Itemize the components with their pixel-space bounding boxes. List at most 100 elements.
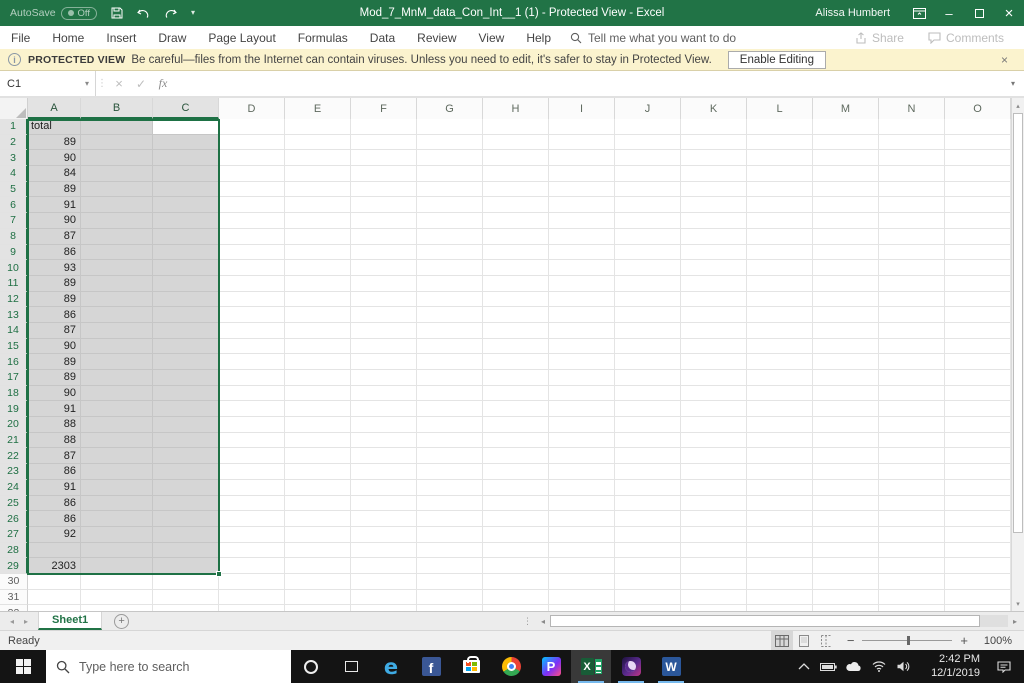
cell-J4[interactable] xyxy=(615,166,681,182)
row-header-11[interactable]: 11 xyxy=(0,275,28,292)
cell-O15[interactable] xyxy=(945,338,1011,355)
cell-J12[interactable] xyxy=(615,291,681,308)
cell-F9[interactable] xyxy=(351,244,417,261)
cell-M10[interactable] xyxy=(813,260,879,276)
cell-C32[interactable] xyxy=(153,605,219,611)
scroll-left-icon[interactable]: ◂ xyxy=(536,617,550,626)
cell-K14[interactable] xyxy=(681,322,747,339)
row-header-10[interactable]: 10 xyxy=(0,260,28,276)
formula-input[interactable] xyxy=(174,71,1002,96)
cell-J26[interactable] xyxy=(615,511,681,527)
cell-A15[interactable]: 90 xyxy=(28,338,81,355)
cell-K19[interactable] xyxy=(681,401,747,418)
sheet-tab-sheet1[interactable]: Sheet1 xyxy=(38,612,103,630)
cell-O16[interactable] xyxy=(945,354,1011,370)
cell-F22[interactable] xyxy=(351,448,417,465)
cell-N8[interactable] xyxy=(879,228,945,245)
cell-N11[interactable] xyxy=(879,275,945,292)
cell-C11[interactable] xyxy=(153,275,219,292)
cell-A11[interactable]: 89 xyxy=(28,275,81,292)
cell-A10[interactable]: 93 xyxy=(28,260,81,276)
cell-G10[interactable] xyxy=(417,260,483,276)
cell-L30[interactable] xyxy=(747,573,813,590)
cell-C19[interactable] xyxy=(153,401,219,418)
cell-J28[interactable] xyxy=(615,542,681,559)
cell-N22[interactable] xyxy=(879,448,945,465)
cell-F10[interactable] xyxy=(351,260,417,276)
cell-K10[interactable] xyxy=(681,260,747,276)
cell-L22[interactable] xyxy=(747,448,813,465)
cell-D28[interactable] xyxy=(219,542,285,559)
cell-D2[interactable] xyxy=(219,134,285,151)
cell-A1[interactable]: total xyxy=(28,119,81,135)
row-header-28[interactable]: 28 xyxy=(0,542,28,559)
row-header-27[interactable]: 27 xyxy=(0,526,28,543)
cell-M18[interactable] xyxy=(813,385,879,402)
cell-O13[interactable] xyxy=(945,307,1011,323)
cell-L15[interactable] xyxy=(747,338,813,355)
cell-H23[interactable] xyxy=(483,464,549,480)
cell-I25[interactable] xyxy=(549,495,615,512)
minimize-button[interactable]: – xyxy=(934,0,964,26)
cell-K31[interactable] xyxy=(681,589,747,606)
cell-B11[interactable] xyxy=(81,275,153,292)
column-header-F[interactable]: F xyxy=(351,98,417,119)
cell-K28[interactable] xyxy=(681,542,747,559)
cell-E19[interactable] xyxy=(285,401,351,418)
cell-E4[interactable] xyxy=(285,166,351,182)
normal-view-button[interactable] xyxy=(770,631,793,650)
cell-I31[interactable] xyxy=(549,589,615,606)
cell-H6[interactable] xyxy=(483,197,549,214)
cell-G2[interactable] xyxy=(417,134,483,151)
cell-K1[interactable] xyxy=(681,119,747,135)
cell-H21[interactable] xyxy=(483,432,549,449)
expand-formula-bar-icon[interactable]: ▾ xyxy=(1002,71,1024,96)
cell-M7[interactable] xyxy=(813,213,879,229)
cell-M8[interactable] xyxy=(813,228,879,245)
cell-K17[interactable] xyxy=(681,370,747,386)
cell-H17[interactable] xyxy=(483,370,549,386)
cell-G7[interactable] xyxy=(417,213,483,229)
column-header-H[interactable]: H xyxy=(483,98,549,119)
word-button[interactable]: W xyxy=(651,650,691,683)
cell-N10[interactable] xyxy=(879,260,945,276)
cell-B27[interactable] xyxy=(81,526,153,543)
cell-B13[interactable] xyxy=(81,307,153,323)
cell-N20[interactable] xyxy=(879,417,945,433)
cell-F13[interactable] xyxy=(351,307,417,323)
enable-editing-button[interactable]: Enable Editing xyxy=(727,50,826,69)
cell-K23[interactable] xyxy=(681,464,747,480)
cell-M23[interactable] xyxy=(813,464,879,480)
cell-J17[interactable] xyxy=(615,370,681,386)
cell-F18[interactable] xyxy=(351,385,417,402)
cell-F19[interactable] xyxy=(351,401,417,418)
cell-A22[interactable]: 87 xyxy=(28,448,81,465)
next-sheet-icon[interactable]: ▸ xyxy=(24,617,28,626)
cell-B23[interactable] xyxy=(81,464,153,480)
cell-A7[interactable]: 90 xyxy=(28,213,81,229)
cell-D26[interactable] xyxy=(219,511,285,527)
cell-I14[interactable] xyxy=(549,322,615,339)
cell-E8[interactable] xyxy=(285,228,351,245)
cell-I26[interactable] xyxy=(549,511,615,527)
cell-E23[interactable] xyxy=(285,464,351,480)
cell-D16[interactable] xyxy=(219,354,285,370)
cell-K3[interactable] xyxy=(681,150,747,167)
zoom-slider[interactable] xyxy=(862,636,953,645)
cell-K2[interactable] xyxy=(681,134,747,151)
cell-K25[interactable] xyxy=(681,495,747,512)
cell-D27[interactable] xyxy=(219,526,285,543)
cell-E17[interactable] xyxy=(285,370,351,386)
cell-H28[interactable] xyxy=(483,542,549,559)
cell-L4[interactable] xyxy=(747,166,813,182)
cell-O18[interactable] xyxy=(945,385,1011,402)
cell-N24[interactable] xyxy=(879,479,945,496)
cell-B18[interactable] xyxy=(81,385,153,402)
cell-O27[interactable] xyxy=(945,526,1011,543)
zoom-in-icon[interactable]: + xyxy=(960,633,968,648)
cell-F25[interactable] xyxy=(351,495,417,512)
cell-M12[interactable] xyxy=(813,291,879,308)
cell-L2[interactable] xyxy=(747,134,813,151)
cell-C15[interactable] xyxy=(153,338,219,355)
cell-E28[interactable] xyxy=(285,542,351,559)
